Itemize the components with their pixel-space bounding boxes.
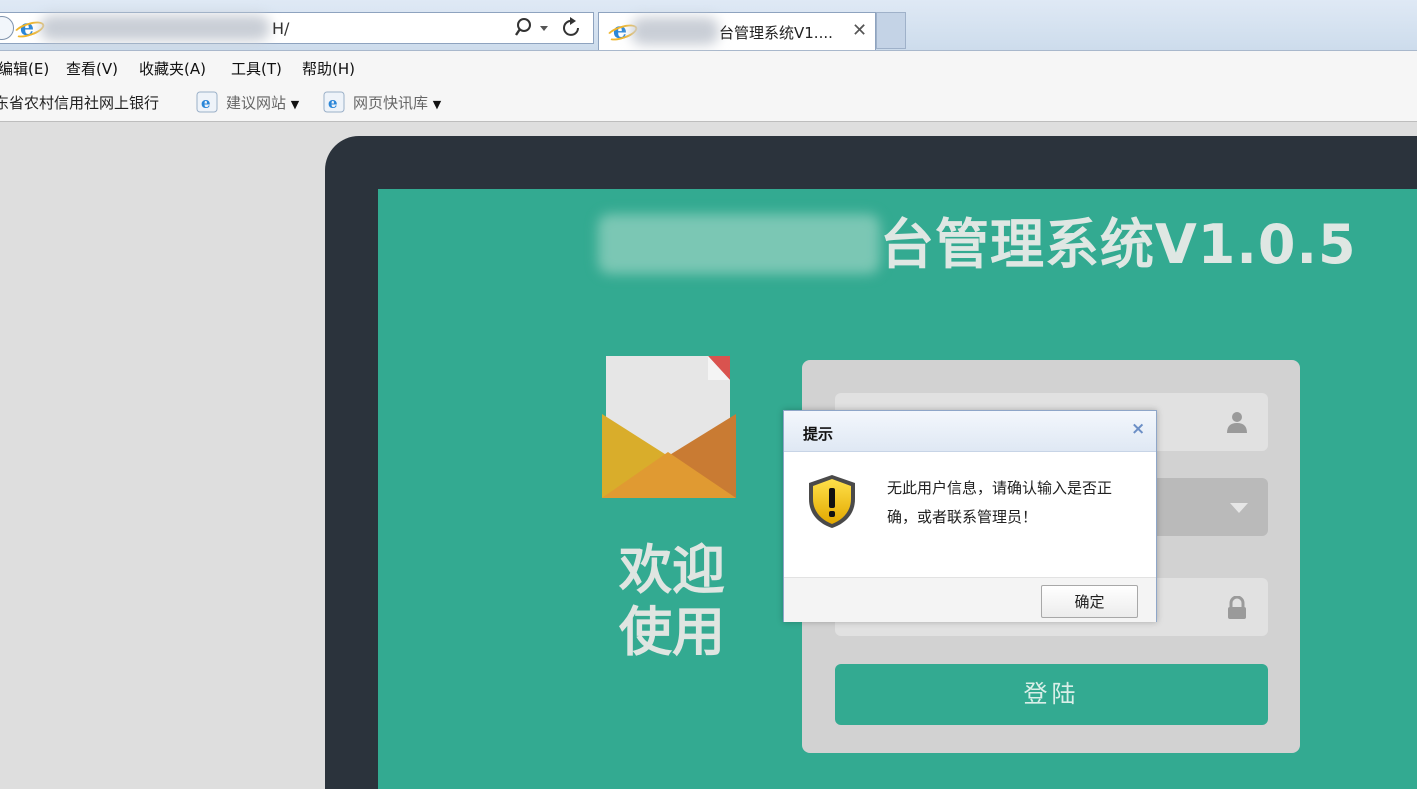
dialog-title: 提示	[803, 423, 833, 444]
search-refresh-icons[interactable]	[514, 16, 584, 45]
welcome-line-1: 欢迎	[612, 540, 732, 602]
fav-web-slice-label: 网页快讯库	[353, 94, 428, 112]
menu-tools[interactable]: 工具(T)	[231, 58, 282, 79]
browser-titlebar: e H/ e 台管理系统V1.... ✕	[0, 0, 1417, 51]
tab-close-icon[interactable]: ✕	[852, 20, 867, 41]
fav-ie-icon-2: e	[323, 91, 345, 117]
redacted-url	[40, 15, 270, 41]
menu-view[interactable]: 查看(V)	[66, 58, 118, 79]
menu-edit[interactable]: 编辑(E)	[0, 58, 49, 79]
fav-web-slice-gallery[interactable]: 网页快讯库 ▼	[353, 92, 441, 113]
address-bar[interactable]: e H/	[0, 12, 594, 44]
redacted-title-part	[598, 214, 880, 274]
envelope-icon	[602, 356, 738, 504]
address-text[interactable]: H/	[272, 19, 289, 38]
dialog-close-icon[interactable]: ×	[1131, 419, 1145, 439]
svg-text:e: e	[328, 94, 338, 112]
fav-ie-icon: e	[196, 91, 218, 117]
login-button[interactable]: 登陆	[835, 664, 1268, 725]
tab-ie-icon: e	[609, 20, 631, 42]
dialog-message: 无此用户信息，请确认输入是否正确，或者联系管理员！	[887, 474, 1137, 532]
fav-suggested-label: 建议网站	[226, 94, 286, 112]
favorites-bar: 东省农村信用社网上银行 e 建议网站 ▼ e 网页快讯库 ▼	[0, 83, 1417, 122]
system-title: 台管理系统V1.0.5	[880, 210, 1357, 280]
dialog-footer: 确定	[784, 577, 1156, 622]
lock-icon	[1226, 596, 1248, 624]
warning-shield-icon	[806, 473, 858, 533]
browser-tab-active[interactable]: e 台管理系统V1.... ✕	[598, 12, 876, 50]
user-icon	[1226, 411, 1248, 437]
ok-button[interactable]: 确定	[1041, 585, 1138, 618]
alert-dialog: 提示 × 无此用户信息，请确认输入是否正确，或者联系管理员！ 确定	[783, 410, 1157, 622]
welcome-line-2: 使用	[612, 602, 732, 664]
new-tab-button[interactable]	[876, 12, 906, 49]
ie-logo-icon: e	[16, 17, 38, 39]
dropdown-arrow-icon[interactable]: ▼	[433, 98, 441, 111]
fav-suggested-sites[interactable]: 建议网站 ▼	[226, 92, 299, 113]
welcome-text: 欢迎 使用	[612, 540, 732, 664]
dropdown-arrow-icon[interactable]: ▼	[291, 98, 299, 111]
menu-bar: 编辑(E) 查看(V) 收藏夹(A) 工具(T) 帮助(H)	[0, 51, 1417, 83]
fav-bank-link[interactable]: 东省农村信用社网上银行	[0, 92, 159, 113]
dialog-header: 提示 ×	[784, 411, 1156, 452]
back-button[interactable]	[0, 16, 14, 40]
chevron-down-icon	[1230, 500, 1248, 519]
menu-help[interactable]: 帮助(H)	[302, 58, 355, 79]
menu-favorites[interactable]: 收藏夹(A)	[139, 58, 206, 79]
redacted-tab-title	[631, 17, 719, 45]
tab-title: 台管理系统V1....	[719, 22, 833, 43]
svg-text:e: e	[201, 94, 211, 112]
